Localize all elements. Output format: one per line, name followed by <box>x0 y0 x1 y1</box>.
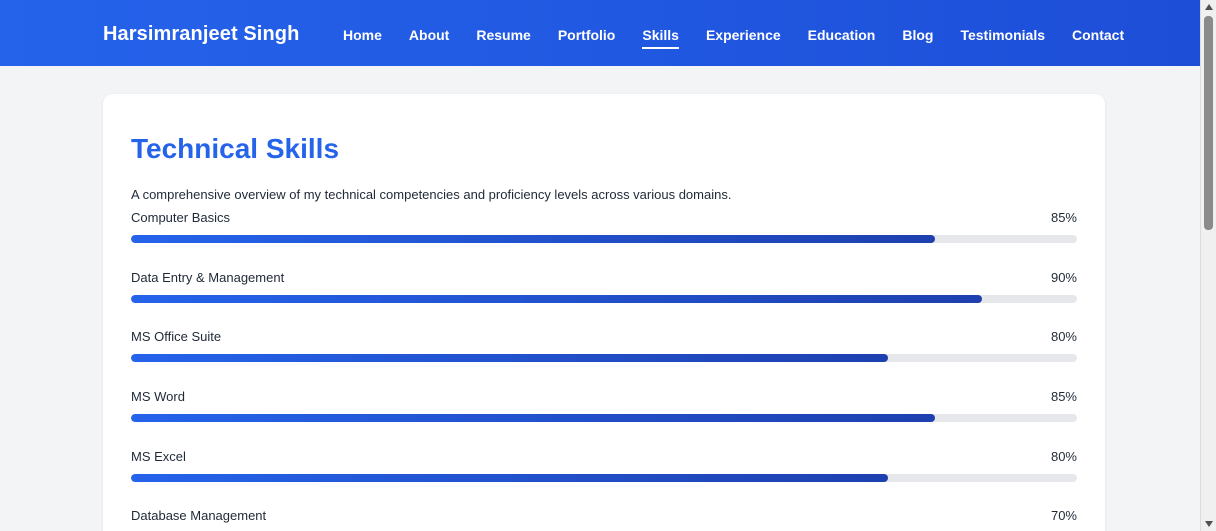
nav-link-testimonials[interactable]: Testimonials <box>960 26 1045 44</box>
skill-item: Computer Basics 85% <box>131 210 1077 250</box>
nav-link-portfolio[interactable]: Portfolio <box>558 26 616 44</box>
section-title: Technical Skills <box>131 133 340 164</box>
scrollbar-thumb[interactable] <box>1204 16 1213 230</box>
skill-progress-fill <box>131 414 936 422</box>
skill-name: Data Entry & Management <box>131 270 285 285</box>
section-description: A comprehensive overview of my technical… <box>131 187 732 202</box>
skill-name: Computer Basics <box>131 210 230 225</box>
skill-percent: 80% <box>1050 329 1077 344</box>
skill-progress-track <box>131 354 1077 362</box>
skill-name: MS Word <box>131 389 185 404</box>
skill-progress-track <box>131 235 1077 243</box>
nav-link-blog[interactable]: Blog <box>902 26 933 44</box>
skill-item: Data Entry & Management 90% <box>131 270 1077 310</box>
skill-item: MS Office Suite 80% <box>131 329 1077 369</box>
nav-link-resume[interactable]: Resume <box>476 26 530 44</box>
skill-progress-fill <box>131 235 936 243</box>
skill-item: Database Management 70% <box>131 508 1077 531</box>
skill-name: Database Management <box>131 508 267 523</box>
skill-progress-fill <box>131 354 888 362</box>
skill-progress-track <box>131 295 1077 303</box>
site-brand[interactable]: Harsimranjeet Singh <box>103 22 299 46</box>
nav-link-education[interactable]: Education <box>808 26 876 44</box>
scroll-up-arrow-icon[interactable] <box>1205 4 1213 10</box>
main-nav: Home About Resume Portfolio Skills Exper… <box>343 26 1151 49</box>
nav-link-home[interactable]: Home <box>343 26 382 44</box>
skill-item: MS Word 85% <box>131 389 1077 429</box>
skill-progress-track <box>131 414 1077 422</box>
skill-percent: 90% <box>1050 270 1077 285</box>
nav-link-experience[interactable]: Experience <box>706 26 781 44</box>
nav-link-about[interactable]: About <box>409 26 449 44</box>
skill-percent: 85% <box>1050 210 1077 225</box>
skill-progress-fill <box>131 295 983 303</box>
scroll-down-arrow-icon[interactable] <box>1205 521 1213 527</box>
top-navbar: Harsimranjeet Singh Home About Resume Po… <box>0 0 1200 66</box>
skill-progress-track <box>131 474 1077 482</box>
skill-item: MS Excel 80% <box>131 449 1077 489</box>
skill-progress-fill <box>131 474 888 482</box>
skill-percent: 70% <box>1050 508 1077 523</box>
nav-link-contact[interactable]: Contact <box>1072 26 1124 44</box>
skill-percent: 85% <box>1050 389 1077 404</box>
nav-link-skills[interactable]: Skills <box>642 26 679 49</box>
page: Harsimranjeet Singh Home About Resume Po… <box>0 0 1216 531</box>
page-scrollbar[interactable] <box>1200 0 1216 531</box>
skills-card: Technical Skills A comprehensive overvie… <box>103 94 1105 531</box>
skill-name: MS Office Suite <box>131 329 222 344</box>
skill-name: MS Excel <box>131 449 186 464</box>
skill-percent: 80% <box>1050 449 1077 464</box>
